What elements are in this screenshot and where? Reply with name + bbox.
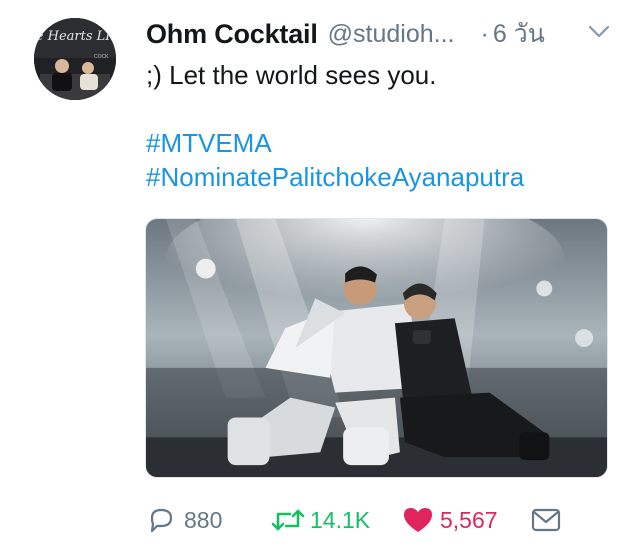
retweet-count: 14.1K: [310, 506, 371, 533]
retweet-button[interactable]: 14.1K: [270, 500, 370, 540]
like-button[interactable]: 5,567: [402, 500, 498, 540]
hashtag-link[interactable]: #NominatePalitchokeAyanaputra: [146, 162, 524, 192]
avatar-image: The Hearts LIVE COCK: [34, 18, 116, 100]
avatar[interactable]: The Hearts LIVE COCK: [34, 18, 116, 100]
avatar-sub-text: COCK: [94, 54, 109, 60]
author-handle[interactable]: @studioh...: [328, 20, 455, 49]
retweet-arrows-icon: [271, 509, 305, 531]
hashtag-link[interactable]: #MTVEMA: [146, 128, 272, 158]
concert-photo-image: [146, 219, 607, 477]
tweet-actions: 880 14.1K 5,567: [146, 500, 616, 540]
tweet-header: Ohm Cocktail @studioh... · 6 วัน: [146, 14, 616, 54]
tweet-text: ;) Let the world sees you. #MTVEMA #Nomi…: [146, 58, 616, 194]
direct-message-button[interactable]: [530, 500, 562, 540]
reply-count: 880: [184, 506, 223, 533]
chevron-down-icon[interactable]: [588, 24, 610, 40]
tweet-text-spacer: [146, 92, 616, 126]
tweet-card: The Hearts LIVE COCK Ohm Cocktail @studi…: [0, 0, 640, 557]
reply-button[interactable]: 880: [146, 500, 222, 540]
tweet-text-line: ;) Let the world sees you.: [146, 60, 437, 90]
speech-bubble-icon: [150, 508, 173, 533]
heart-icon: [404, 508, 432, 532]
tweet-timestamp[interactable]: 6 วัน: [493, 14, 545, 54]
envelope-icon: [531, 508, 561, 532]
like-count: 5,567: [440, 506, 498, 533]
avatar-logo-text: The Hearts LIVE: [34, 29, 116, 44]
separator-dot: ·: [480, 19, 489, 48]
tweet-photo[interactable]: [145, 218, 608, 478]
author-name[interactable]: Ohm Cocktail: [146, 19, 318, 50]
